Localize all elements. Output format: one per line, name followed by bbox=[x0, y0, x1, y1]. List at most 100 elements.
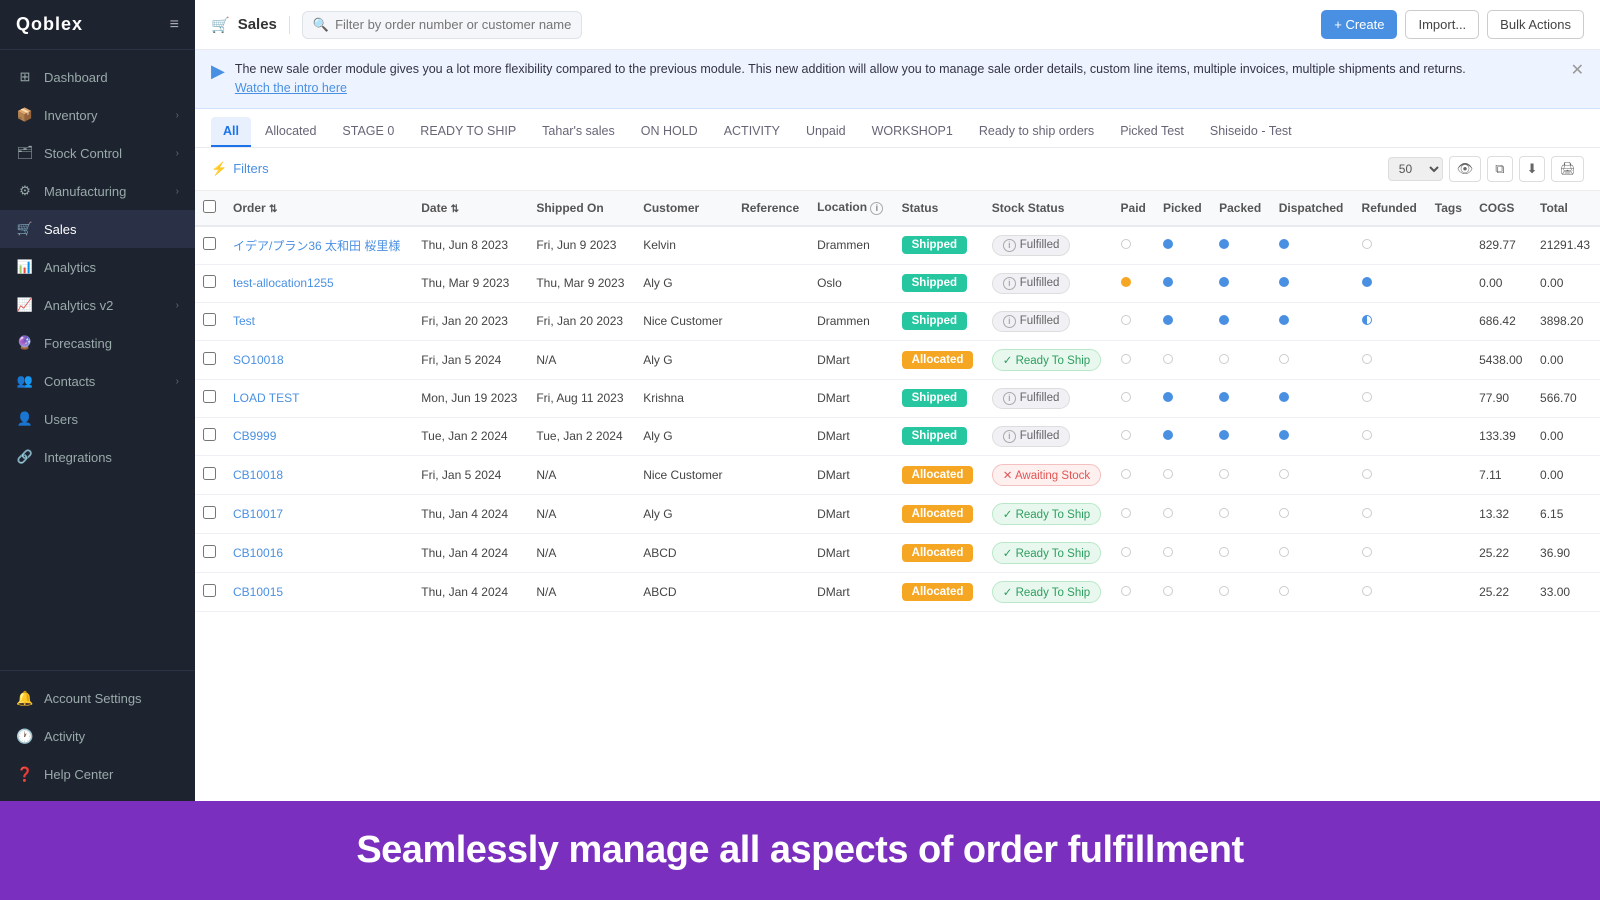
row-location: Drammen bbox=[809, 226, 894, 265]
row-tags bbox=[1427, 264, 1471, 302]
paid-dot bbox=[1121, 239, 1131, 249]
tab-workshop1[interactable]: WORKSHOP1 bbox=[860, 117, 965, 147]
search-box[interactable]: 🔍 bbox=[302, 11, 582, 39]
dispatched-dot bbox=[1279, 508, 1289, 518]
sidebar-item-manufacturing[interactable]: ⚙ Manufacturing › bbox=[0, 172, 195, 210]
hamburger-icon[interactable]: ≡ bbox=[170, 16, 179, 34]
row-reference bbox=[733, 494, 809, 533]
row-location: DMart bbox=[809, 533, 894, 572]
order-link-1[interactable]: test-allocation1255 bbox=[233, 276, 334, 290]
row-date: Fri, Jan 20 2023 bbox=[413, 302, 528, 340]
row-checkbox-9[interactable] bbox=[203, 584, 216, 597]
banner-link[interactable]: Watch the intro here bbox=[235, 81, 347, 95]
banner-close-icon[interactable]: ✕ bbox=[1571, 60, 1584, 80]
refunded-dot bbox=[1362, 239, 1372, 249]
sidebar-item-sales[interactable]: 🛒 Sales bbox=[0, 210, 195, 248]
create-button[interactable]: + Create bbox=[1321, 10, 1397, 39]
copy-button[interactable]: ⧉ bbox=[1487, 156, 1512, 182]
order-link-0[interactable]: イデア/プラン36 太和田 桜里様 bbox=[233, 239, 400, 253]
row-customer: Nice Customer bbox=[635, 455, 733, 494]
topbar-title: 🛒 Sales bbox=[211, 16, 290, 34]
stock-badge: i Fulfilled bbox=[992, 235, 1071, 256]
sidebar-item-users[interactable]: 👤 Users bbox=[0, 400, 195, 438]
sidebar-item-integrations[interactable]: 🔗 Integrations bbox=[0, 438, 195, 476]
order-link-8[interactable]: CB10016 bbox=[233, 546, 283, 560]
row-location: DMart bbox=[809, 494, 894, 533]
filters-button[interactable]: ⚡ Filters bbox=[211, 161, 269, 177]
row-cogs: 25.22 bbox=[1471, 533, 1532, 572]
col-date[interactable]: Date ⇅ bbox=[413, 191, 528, 226]
tab-stage-0[interactable]: STAGE 0 bbox=[330, 117, 406, 147]
row-location: Oslo bbox=[809, 264, 894, 302]
sidebar-footer: 🔔 Account Settings 🕐 Activity ❓ Help Cen… bbox=[0, 670, 195, 801]
sidebar-item-analytics[interactable]: 📊 Analytics bbox=[0, 248, 195, 286]
sidebar-item-contacts[interactable]: 👥 Contacts › bbox=[0, 362, 195, 400]
order-link-6[interactable]: CB10018 bbox=[233, 468, 283, 482]
order-link-9[interactable]: CB10015 bbox=[233, 585, 283, 599]
download-button[interactable]: ⬇ bbox=[1519, 156, 1546, 182]
page-size-select[interactable]: 501025100 bbox=[1388, 157, 1443, 181]
tab-unpaid[interactable]: Unpaid bbox=[794, 117, 858, 147]
row-shipped-on: N/A bbox=[528, 494, 635, 533]
row-checkbox-7[interactable] bbox=[203, 506, 216, 519]
bulk-actions-button[interactable]: Bulk Actions bbox=[1487, 10, 1584, 39]
paid-dot bbox=[1121, 547, 1131, 557]
sidebar-item-activity[interactable]: 🕐 Activity bbox=[0, 717, 195, 755]
col-shipped-on[interactable]: Shipped On bbox=[528, 191, 635, 226]
col-picked: Picked bbox=[1155, 191, 1211, 226]
order-link-7[interactable]: CB10017 bbox=[233, 507, 283, 521]
tab-allocated[interactable]: Allocated bbox=[253, 117, 328, 147]
row-checkbox-4[interactable] bbox=[203, 390, 216, 403]
order-link-4[interactable]: LOAD TEST bbox=[233, 391, 299, 405]
sidebar-item-help-center[interactable]: ❓ Help Center bbox=[0, 755, 195, 793]
row-checkbox-6[interactable] bbox=[203, 467, 216, 480]
col-order[interactable]: Order ⇅ bbox=[225, 191, 413, 226]
row-checkbox-0[interactable] bbox=[203, 237, 216, 250]
users-icon: 👤 bbox=[16, 410, 34, 428]
order-link-3[interactable]: SO10018 bbox=[233, 353, 284, 367]
sidebar-label-analytics-v2: Analytics v2 bbox=[44, 298, 113, 313]
status-badge: Shipped bbox=[902, 312, 967, 330]
paid-dot bbox=[1121, 469, 1131, 479]
refunded-dot bbox=[1362, 392, 1372, 402]
row-checkbox-3[interactable] bbox=[203, 352, 216, 365]
import-button[interactable]: Import... bbox=[1405, 10, 1479, 39]
tab-picked-test[interactable]: Picked Test bbox=[1108, 117, 1196, 147]
row-checkbox-8[interactable] bbox=[203, 545, 216, 558]
sidebar-item-forecasting[interactable]: 🔮 Forecasting bbox=[0, 324, 195, 362]
analytics-icon: 📊 bbox=[16, 258, 34, 276]
dispatched-dot bbox=[1279, 469, 1289, 479]
sidebar-item-account-settings[interactable]: 🔔 Account Settings bbox=[0, 679, 195, 717]
row-cogs: 25.22 bbox=[1471, 572, 1532, 611]
tab-all[interactable]: All bbox=[211, 117, 251, 147]
row-shipped-on: Fri, Jan 20 2023 bbox=[528, 302, 635, 340]
stock-badge: ✓ Ready To Ship bbox=[992, 581, 1101, 603]
row-checkbox-1[interactable] bbox=[203, 275, 216, 288]
tab-activity[interactable]: ACTIVITY bbox=[712, 117, 792, 147]
row-checkbox-5[interactable] bbox=[203, 428, 216, 441]
tab-on-hold[interactable]: ON HOLD bbox=[629, 117, 710, 147]
row-checkbox-2[interactable] bbox=[203, 313, 216, 326]
tab-tahars-sales[interactable]: Tahar's sales bbox=[530, 117, 627, 147]
sidebar-item-stock-control[interactable]: 🗂 Stock Control › bbox=[0, 134, 195, 172]
row-cogs: 133.39 bbox=[1471, 417, 1532, 455]
stock-badge: i Fulfilled bbox=[992, 273, 1071, 294]
select-all-checkbox[interactable] bbox=[203, 200, 216, 213]
row-date: Fri, Jan 5 2024 bbox=[413, 455, 528, 494]
table-row: CB10015 Thu, Jan 4 2024 N/A ABCD DMart A… bbox=[195, 572, 1600, 611]
row-customer: Aly G bbox=[635, 494, 733, 533]
dispatched-dot bbox=[1279, 354, 1289, 364]
sidebar-item-analytics-v2[interactable]: 📈 Analytics v2 › bbox=[0, 286, 195, 324]
order-link-2[interactable]: Test bbox=[233, 314, 255, 328]
print-button[interactable]: 🖨 bbox=[1551, 156, 1584, 182]
sidebar-item-dashboard[interactable]: ⊞ Dashboard bbox=[0, 58, 195, 96]
view-toggle-button[interactable]: 👁 bbox=[1449, 156, 1482, 182]
sidebar-item-inventory[interactable]: 📦 Inventory › bbox=[0, 96, 195, 134]
tab-ready-to-ship-orders[interactable]: Ready to ship orders bbox=[967, 117, 1106, 147]
row-reference bbox=[733, 302, 809, 340]
search-input[interactable] bbox=[335, 17, 571, 32]
tab-ready-to-ship[interactable]: READY TO SHIP bbox=[408, 117, 528, 147]
dispatched-dot bbox=[1279, 239, 1289, 249]
order-link-5[interactable]: CB9999 bbox=[233, 429, 276, 443]
tab-shiseido-test[interactable]: Shiseido - Test bbox=[1198, 117, 1304, 147]
